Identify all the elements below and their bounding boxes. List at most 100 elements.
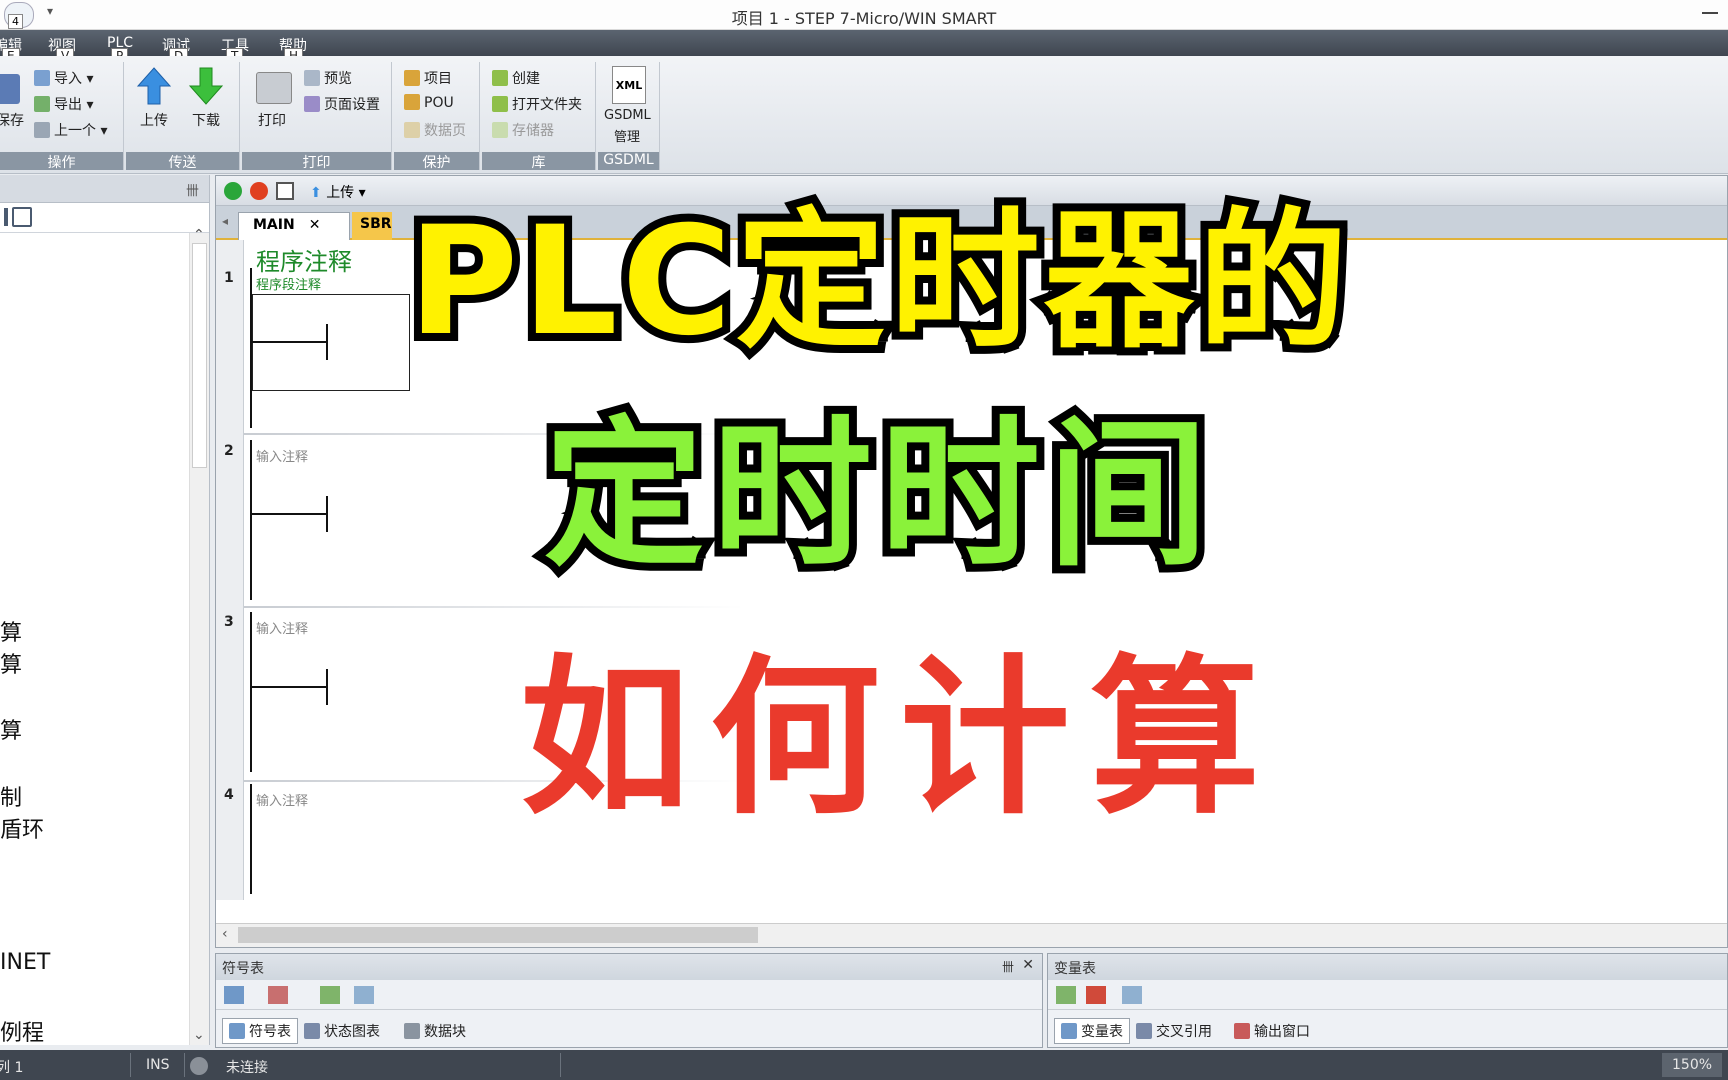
library-create-icon: [492, 70, 508, 86]
network-number-3: 3: [224, 614, 234, 630]
tree-scrollbar[interactable]: ⌃ ⌄: [189, 227, 209, 1045]
key-icon: [404, 70, 420, 86]
protect-project-label: 项目: [424, 71, 452, 87]
preview-label: 预览: [324, 71, 352, 87]
network-2-comment[interactable]: 输入注释: [256, 446, 308, 465]
tab-variable-table[interactable]: 变量表: [1054, 1018, 1130, 1044]
tab-variable-table-label: 变量表: [1081, 1024, 1123, 1040]
protect-pou-button[interactable]: POU: [404, 94, 454, 111]
preview-icon: [304, 70, 320, 86]
status-divider: [184, 1053, 185, 1077]
insert-row-icon[interactable]: [1056, 986, 1076, 1004]
close-panel-icon[interactable]: ✕: [1022, 957, 1034, 973]
run-icon[interactable]: [224, 182, 242, 200]
folder-open-icon: [492, 96, 508, 112]
scroll-down-icon[interactable]: ⌄: [193, 1027, 205, 1043]
xml-file-icon: XML: [612, 66, 646, 104]
download-button[interactable]: 下载: [192, 110, 220, 130]
symbol-table-icon: [229, 1023, 245, 1039]
minimize-icon[interactable]: [1702, 12, 1718, 14]
status-chart-icon: [304, 1023, 320, 1039]
network-1-comment[interactable]: 程序段注释: [256, 274, 321, 293]
window-title: 项目 1 - STEP 7-Micro/WIN SMART: [731, 9, 997, 28]
delete-row-icon[interactable]: [1086, 986, 1106, 1004]
network-4-comment[interactable]: 输入注释: [256, 790, 308, 809]
scroll-left-icon[interactable]: ‹: [222, 926, 228, 942]
scroll-up-icon[interactable]: ⌃: [193, 227, 205, 243]
gsdml-button[interactable]: GSDML: [604, 108, 651, 123]
tree-item-calc-1[interactable]: 算: [0, 615, 22, 647]
tab-output-window[interactable]: 输出窗口: [1234, 1021, 1310, 1041]
tab-main-label: MAIN: [253, 217, 295, 233]
compile-icon[interactable]: [276, 182, 294, 200]
tree-item-loop[interactable]: 盾环: [0, 812, 44, 844]
tree-item-examples[interactable]: 例程: [0, 1015, 44, 1047]
download-arrow-icon: [188, 67, 224, 105]
rung-wire: [252, 513, 326, 515]
network-3-comment[interactable]: 输入注释: [256, 618, 308, 637]
project-tree-toolbar: [0, 203, 209, 233]
key-icon: [404, 94, 420, 110]
editor-upload-button[interactable]: ⬆ 上传 ▾: [310, 182, 366, 202]
stop-icon[interactable]: [250, 182, 268, 200]
pin-icon[interactable]: 卌: [186, 180, 199, 199]
tab-main[interactable]: MAIN ✕: [238, 212, 350, 240]
symbol-panel-toolbar: [216, 980, 1042, 1010]
protect-data-page-button[interactable]: 数据页: [404, 120, 466, 140]
tab-data-block[interactable]: 数据块: [404, 1021, 466, 1041]
page-setup-button[interactable]: 页面设置: [304, 94, 380, 114]
export-button[interactable]: 导出 ▾: [34, 94, 93, 114]
upload-small-icon: ⬆: [310, 185, 322, 201]
power-rail: [250, 784, 252, 894]
tree-item-calc-2[interactable]: 算: [0, 647, 22, 679]
symbol-panel-title: 符号表: [222, 961, 264, 977]
apply-icon[interactable]: [1122, 986, 1142, 1004]
upload-button[interactable]: 上传: [140, 110, 168, 130]
key-icon: [404, 122, 420, 138]
variable-table-icon: [1061, 1023, 1077, 1039]
cross-reference-icon: [1136, 1023, 1152, 1039]
tree-item-control[interactable]: 制: [0, 780, 22, 812]
group-label-file: 操作: [0, 152, 123, 171]
create-library-button[interactable]: 创建: [492, 68, 540, 88]
add-table-icon[interactable]: [224, 986, 244, 1004]
editor-hscrollbar[interactable]: ‹: [216, 923, 1727, 947]
gsdml-manage-label[interactable]: 管理: [614, 126, 640, 145]
status-divider: [130, 1053, 131, 1077]
memory-button[interactable]: 存储器: [492, 120, 554, 140]
tree-scroll-thumb[interactable]: [192, 243, 207, 468]
previous-button[interactable]: 上一个 ▾: [34, 120, 107, 140]
import-button[interactable]: 导入 ▾: [34, 68, 93, 88]
editor-hscroll-thumb[interactable]: [238, 927, 758, 943]
variable-table-panel: 变量表 变量表 交叉引用 输出窗口: [1047, 953, 1728, 1048]
tree-item-profinet[interactable]: INET: [0, 950, 50, 975]
tab-cross-reference[interactable]: 交叉引用: [1136, 1021, 1212, 1041]
overlay-title-line-3: 如何计算: [519, 640, 1280, 838]
zoom-level[interactable]: 150%: [1662, 1053, 1723, 1077]
print-button[interactable]: 打印: [258, 110, 286, 130]
tab-status-chart[interactable]: 状态图表: [304, 1021, 380, 1041]
preview-button[interactable]: 预览: [304, 68, 352, 88]
program-comment[interactable]: 程序注释: [256, 242, 352, 277]
tab-symbol-table[interactable]: 符号表: [222, 1018, 298, 1044]
tree-item-calc-3[interactable]: 算: [0, 713, 22, 745]
network-number-1: 1: [224, 270, 234, 286]
delete-table-icon[interactable]: [268, 986, 288, 1004]
export-icon: [34, 96, 50, 112]
import-icon: [34, 70, 50, 86]
protect-project-button[interactable]: 项目: [404, 68, 452, 88]
apply-icon[interactable]: [354, 986, 374, 1004]
ribbon-group-print: 打印 预览 页面设置 打印: [242, 62, 392, 171]
pin-icon[interactable]: 卌: [1002, 958, 1014, 975]
tree-divider: [4, 208, 8, 226]
project-tree-header: 卌: [0, 175, 209, 203]
tab-scroll-left-icon[interactable]: ◂: [222, 214, 228, 228]
status-divider: [560, 1053, 561, 1077]
open-folder-button[interactable]: 打开文件夹: [492, 94, 582, 114]
table-icon[interactable]: [320, 986, 340, 1004]
save-button[interactable]: 保存: [0, 110, 24, 130]
close-tab-icon[interactable]: ✕: [309, 217, 321, 233]
rung-end: [326, 496, 328, 532]
var-panel-toolbar: [1048, 980, 1727, 1010]
display-icon[interactable]: [12, 207, 32, 227]
